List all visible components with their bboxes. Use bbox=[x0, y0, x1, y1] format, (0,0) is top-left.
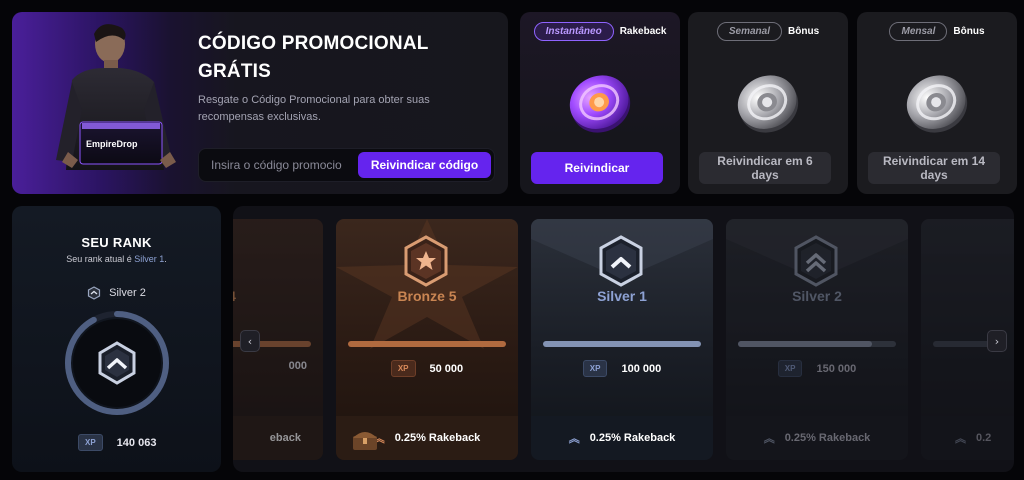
bonus-period-pill: Mensal bbox=[889, 22, 948, 41]
tier-rakeback: ︽ 0.25% Rakeback bbox=[531, 416, 713, 460]
bonus-kind-label: Bônus bbox=[953, 26, 985, 37]
tier-xp-value: 150 000 bbox=[816, 362, 857, 375]
bonus-card-weekly: Semanal Bônus Reivindicar em 6 days bbox=[688, 12, 848, 194]
tier-rakeback-label: 0.25% Rakeback bbox=[589, 432, 676, 444]
rank-subtitle-rank: Silver 1 bbox=[134, 254, 165, 264]
tier-xp-value: 100 000 bbox=[621, 362, 662, 375]
promo-code-input[interactable] bbox=[211, 149, 359, 181]
rank-xp-value: 140 063 bbox=[116, 436, 157, 449]
tier-progress-bar bbox=[933, 341, 993, 347]
tier-rakeback-label: 0.25% Rakeback bbox=[394, 432, 481, 444]
xp-tag: XP bbox=[390, 360, 416, 377]
silver-2-badge-icon bbox=[794, 235, 838, 287]
redeem-code-button[interactable]: Reivindicar código bbox=[358, 152, 491, 178]
tier-card-bronze-5: Bronze 5 XP 50 000 ︽ 0.25% Rakeback bbox=[336, 219, 518, 460]
claim-weekly-bonus-button[interactable]: Reivindicar em 6 days bbox=[699, 152, 831, 184]
tier-xp: XP 150 000 bbox=[726, 360, 908, 377]
tier-xp-value: 000 bbox=[288, 360, 307, 372]
tier-rakeback: ︽ 0.25% Rakeback bbox=[726, 416, 908, 460]
rakeback-chevron-icon: ︽ bbox=[955, 433, 966, 445]
tier-progress-bar bbox=[348, 341, 506, 347]
tier-xp: XP 100 000 bbox=[531, 360, 713, 377]
tier-name: Silver 2 bbox=[792, 288, 842, 304]
current-rank-label: Silver 2 bbox=[109, 287, 146, 299]
silver-rank-mini-icon bbox=[88, 286, 101, 300]
rakeback-chevron-icon: ︽ bbox=[763, 433, 775, 445]
promo-title: CÓDIGO PROMOCIONAL GRÁTIS bbox=[198, 33, 429, 82]
claim-instant-rakeback-button[interactable]: Reivindicar bbox=[531, 152, 663, 184]
tier-rakeback: eback bbox=[233, 416, 323, 460]
rank-xp: XP 140 063 bbox=[78, 434, 156, 451]
bonus-card-instant: Instantâneo Rakeback Reivindicar bbox=[520, 12, 680, 194]
promo-character-illustration: EmpireDrop bbox=[56, 24, 176, 170]
tier-progress-bar bbox=[738, 341, 896, 347]
rank-title: SEU RANK bbox=[81, 235, 152, 250]
tier-rakeback-label: eback bbox=[269, 432, 301, 444]
silver-rank-badge-icon bbox=[98, 341, 136, 385]
tier-rakeback-label: 0.2 bbox=[976, 432, 992, 444]
xp-tag: XP bbox=[582, 360, 608, 377]
tier-name: Bronze 5 bbox=[397, 288, 457, 304]
bronze-star-badge-icon bbox=[404, 235, 448, 287]
rank-panel: SEU RANK Seu rank atual é Silver 1. Silv… bbox=[12, 206, 221, 472]
tier-progress-bar bbox=[543, 341, 701, 347]
tier-xp: 000 bbox=[233, 360, 323, 372]
current-rank: Silver 2 bbox=[12, 286, 221, 300]
tier-rakeback-label: 0.25% Rakeback bbox=[784, 432, 871, 444]
promo-banner: EmpireDrop CÓDIGO PROMOCIONAL GRÁTIS Res… bbox=[12, 12, 508, 194]
tier-rakeback: ︽ 0.25% Rakeback bbox=[336, 416, 518, 460]
chevron-left-icon: ‹ bbox=[247, 334, 253, 348]
xp-tag: XP bbox=[777, 360, 803, 377]
rank-subtitle: Seu rank atual é Silver 1. bbox=[12, 254, 221, 264]
tier-card-silver-1: Silver 1 XP 100 000 ︽ 0.25% Rakeback bbox=[531, 219, 713, 460]
tier-progress-fill bbox=[738, 341, 873, 347]
weekly-coin-icon bbox=[737, 75, 799, 133]
tier-rakeback: ︽ 0.2 bbox=[921, 416, 1014, 460]
rank-subtitle-prefix: Seu rank atual é bbox=[66, 254, 132, 264]
tier-name: 4 bbox=[233, 288, 323, 304]
promo-code-form: Reivindicar código bbox=[198, 148, 495, 182]
silver-badge-icon bbox=[599, 235, 643, 287]
xp-tag: XP bbox=[78, 434, 103, 451]
treasure-chest-icon bbox=[353, 432, 377, 450]
rank-tiers-carousel: 4 000 eback Bronze 5 XP 50 000 bbox=[233, 206, 1014, 472]
claim-monthly-bonus-button[interactable]: Reivindicar em 14 days bbox=[868, 152, 1000, 184]
rakeback-chevron-icon: ︽ bbox=[568, 433, 580, 445]
promo-box-brand-text: EmpireDrop bbox=[86, 139, 138, 149]
bonus-period-pill: Semanal bbox=[716, 22, 783, 41]
tier-name: Silver 1 bbox=[597, 288, 647, 304]
bonus-period-pill: Instantâneo bbox=[533, 22, 614, 41]
tier-xp-value: 50 000 bbox=[429, 362, 464, 375]
monthly-coin-icon bbox=[906, 75, 968, 133]
promo-description: Resgate o Código Promocional para obter … bbox=[198, 94, 430, 123]
rakeback-coin-icon bbox=[569, 75, 631, 133]
bonus-card-monthly: Mensal Bônus Reivindicar em 14 days bbox=[857, 12, 1017, 194]
tier-card-silver-2: Silver 2 XP 150 000 ︽ 0.25% Rakeback bbox=[726, 219, 908, 460]
bonus-kind-label: Rakeback bbox=[619, 26, 667, 37]
tier-xp: XP 50 000 bbox=[336, 360, 518, 377]
rank-subtitle-suffix: . bbox=[164, 254, 167, 264]
bonus-kind-label: Bônus bbox=[788, 26, 820, 37]
carousel-next-button[interactable]: › bbox=[987, 330, 1007, 352]
rank-progress-ring bbox=[65, 311, 169, 415]
chevron-right-icon: › bbox=[994, 334, 1000, 348]
carousel-prev-button[interactable]: ‹ bbox=[240, 330, 260, 352]
